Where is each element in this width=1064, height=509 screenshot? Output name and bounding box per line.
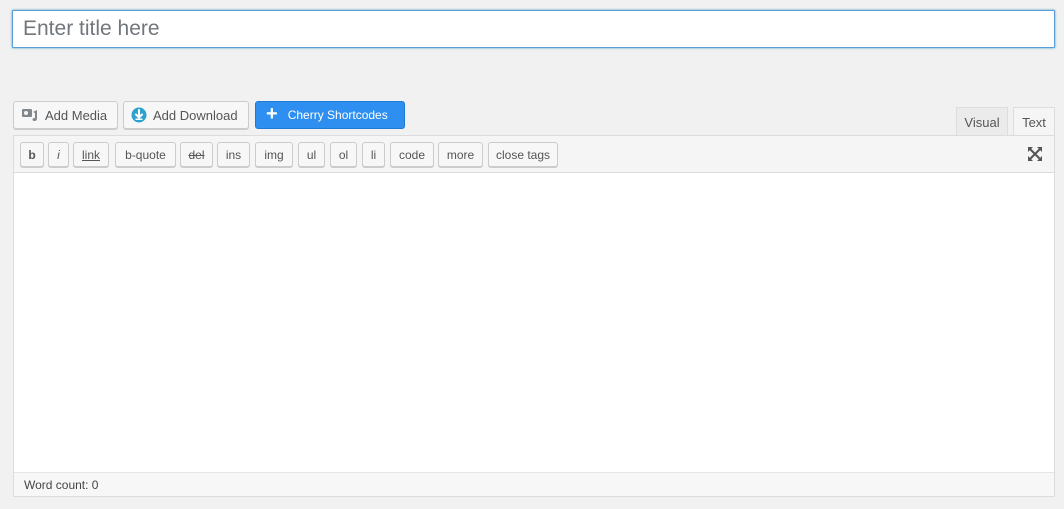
add-media-button[interactable]: Add Media [13,101,118,129]
word-count-status: Word count: 0 [14,472,1054,496]
editor-container: b i link b-quote del ins img ul ol li co… [13,135,1055,497]
fullscreen-icon[interactable] [1026,145,1044,163]
content-textarea[interactable] [14,173,1054,473]
qt-li-button[interactable]: li [362,142,385,167]
plus-icon: + [266,103,278,125]
post-title-input[interactable] [12,10,1055,48]
add-download-label: Add Download [153,107,238,123]
qt-ul-button[interactable]: ul [298,142,325,167]
tab-visual[interactable]: Visual [956,107,1008,136]
qt-del-button[interactable]: del [180,142,213,167]
tab-text[interactable]: Text [1013,107,1055,137]
quicktags-toolbar: b i link b-quote del ins img ul ol li co… [14,136,1054,173]
qt-bold-button[interactable]: b [20,142,44,167]
add-download-button[interactable]: Add Download [123,101,249,129]
qt-italic-button[interactable]: i [48,142,69,167]
qt-blockquote-button[interactable]: b-quote [115,142,176,167]
qt-ol-button[interactable]: ol [330,142,357,167]
qt-more-button[interactable]: more [438,142,483,167]
media-icon [21,107,39,123]
download-icon [131,107,147,123]
qt-code-button[interactable]: code [390,142,434,167]
qt-link-button[interactable]: link [73,142,109,167]
cherry-shortcodes-button[interactable]: + Cherry Shortcodes [255,101,405,129]
qt-img-button[interactable]: img [255,142,293,167]
cherry-shortcodes-label: Cherry Shortcodes [287,108,388,122]
add-media-label: Add Media [45,107,108,123]
qt-ins-button[interactable]: ins [217,142,250,167]
qt-close-tags-button[interactable]: close tags [488,142,558,167]
